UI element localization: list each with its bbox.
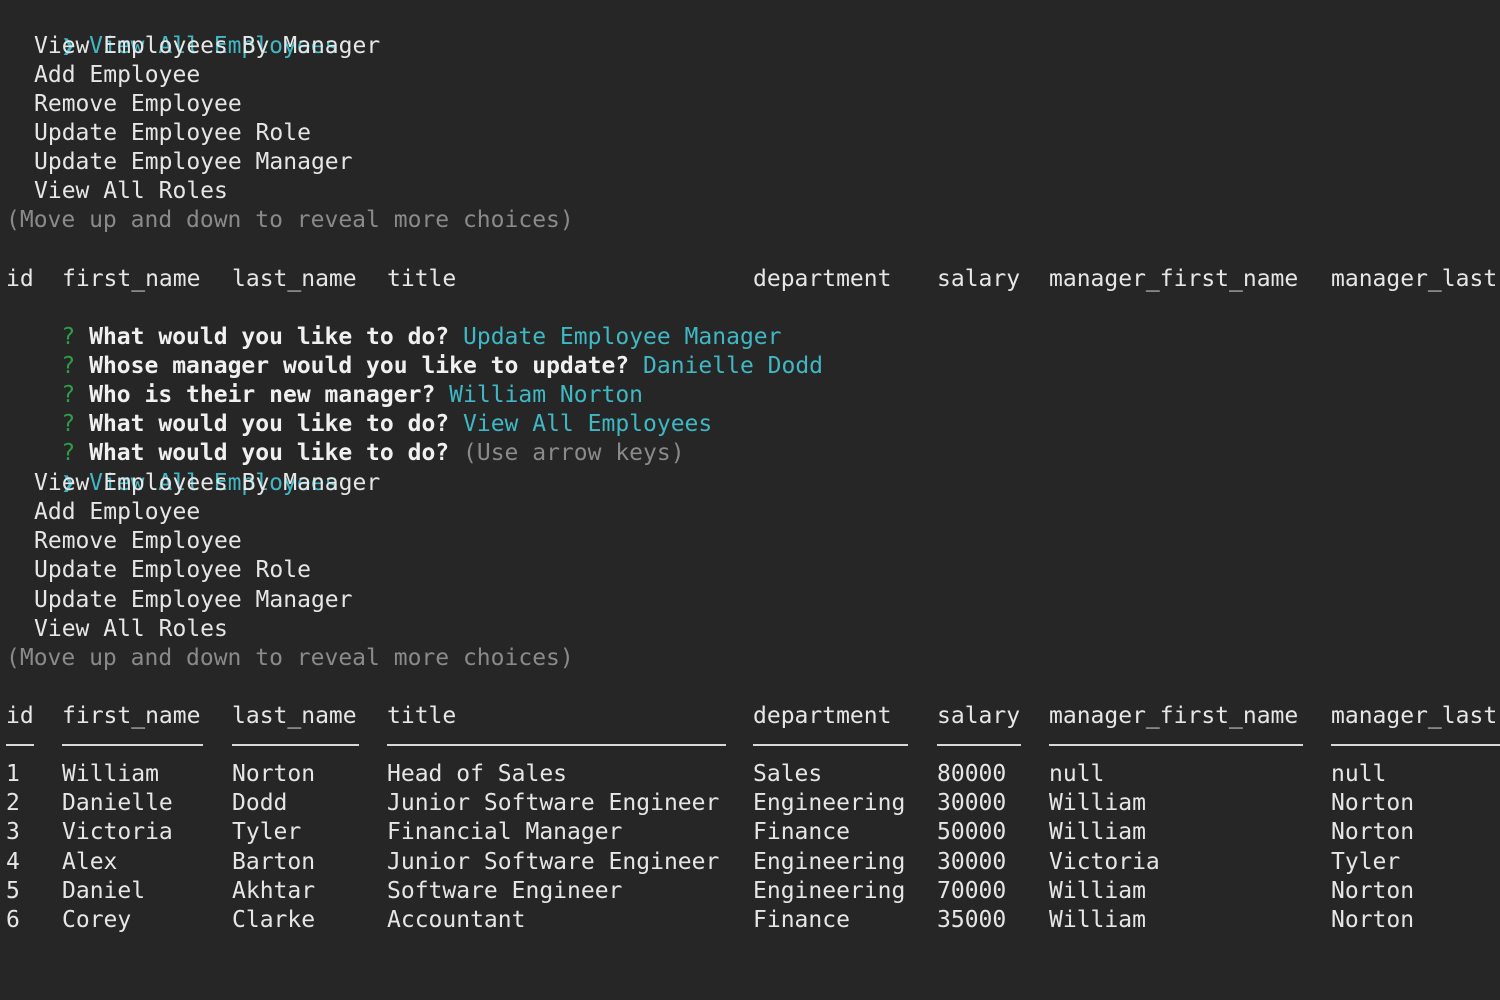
cell-id: 6 xyxy=(6,907,20,933)
menu-option[interactable]: View Employees By Manager xyxy=(34,469,380,498)
menu-option[interactable]: Add Employee xyxy=(34,61,200,90)
separator-dash xyxy=(753,731,908,760)
cell-department: Sales xyxy=(753,761,823,787)
cell-manager-first-name: William xyxy=(1049,819,1146,845)
cell-manager-last-name: Norton xyxy=(1331,819,1415,845)
cell-id: 2 xyxy=(6,790,20,816)
cell-title: Junior Software Engineer xyxy=(387,849,720,875)
prompt-line: ? What would you like to do? Update Empl… xyxy=(6,294,781,350)
menu-option[interactable]: Remove Employee xyxy=(34,90,242,119)
separator-dash xyxy=(62,731,203,760)
prompt-line: ? Whose manager would you like to update… xyxy=(6,323,823,379)
separator-dash xyxy=(232,731,359,760)
cell-id: 3 xyxy=(6,819,20,845)
cell-salary: 80000 xyxy=(937,761,1007,787)
column-header: last_name xyxy=(232,703,357,729)
column-header: manager_first_name xyxy=(1049,266,1299,292)
cell-department: Engineering xyxy=(753,878,906,904)
cell-manager-last-name: Tyler xyxy=(1331,849,1401,875)
cell-title: Accountant xyxy=(387,907,526,933)
separator-dash xyxy=(1331,731,1500,760)
column-header: title xyxy=(387,266,457,292)
cell-last-name: Dodd xyxy=(232,790,288,816)
cell-first-name: Danielle xyxy=(62,790,173,816)
menu-option[interactable]: Remove Employee xyxy=(34,527,242,556)
prompt-line: ? What would you like to do? View All Em… xyxy=(6,381,712,437)
column-header: last_name xyxy=(232,266,357,292)
column-header: salary xyxy=(937,703,1021,729)
cell-last-name: Clarke xyxy=(232,907,316,933)
column-header: id xyxy=(6,266,34,292)
prompt-line: ? Who is their new manager? William Nort… xyxy=(6,352,643,408)
cell-manager-first-name: William xyxy=(1049,790,1146,816)
menu-option[interactable]: View All Roles xyxy=(34,615,228,644)
cell-salary: 70000 xyxy=(937,878,1007,904)
cell-manager-first-name: William xyxy=(1049,878,1146,904)
cell-department: Finance xyxy=(753,819,850,845)
column-header: salary xyxy=(937,266,1021,292)
column-header: department xyxy=(753,266,892,292)
column-header: manager_first_name xyxy=(1049,703,1299,729)
column-header: manager_last xyxy=(1331,266,1498,292)
menu-bottom-selected-row[interactable]: ❯ View All Employees xyxy=(6,440,338,496)
menu-top-selected-row[interactable]: ❯ View All Employees xyxy=(6,3,338,59)
separator-dash xyxy=(387,731,726,760)
cell-manager-last-name: Norton xyxy=(1331,907,1415,933)
menu-option[interactable]: Update Employee Manager xyxy=(34,148,353,177)
cell-department: Engineering xyxy=(753,790,906,816)
cell-manager-last-name: Norton xyxy=(1331,878,1415,904)
menu-option[interactable]: View All Roles xyxy=(34,177,228,206)
cell-first-name: William xyxy=(62,761,159,787)
cell-salary: 30000 xyxy=(937,790,1007,816)
cell-title: Financial Manager xyxy=(387,819,623,845)
cell-last-name: Barton xyxy=(232,849,316,875)
menu-hint: (Move up and down to reveal more choices… xyxy=(6,645,574,671)
separator-dash xyxy=(6,731,34,760)
prompt-answer: Danielle Dodd xyxy=(643,353,824,379)
column-header: first_name xyxy=(62,266,201,292)
cell-salary: 30000 xyxy=(937,849,1007,875)
cell-id: 1 xyxy=(6,761,20,787)
column-header: title xyxy=(387,703,457,729)
menu-option[interactable]: Update Employee Role xyxy=(34,556,311,585)
cell-last-name: Akhtar xyxy=(232,878,316,904)
cell-id: 4 xyxy=(6,849,20,875)
terminal-window[interactable]: ❯ View All Employees View Employees By M… xyxy=(0,0,1500,1000)
cell-title: Head of Sales xyxy=(387,761,568,787)
cell-salary: 35000 xyxy=(937,907,1007,933)
cell-manager-first-name: null xyxy=(1049,761,1105,787)
cell-first-name: Victoria xyxy=(62,819,173,845)
column-header: manager_last xyxy=(1331,703,1498,729)
menu-option[interactable]: Add Employee xyxy=(34,498,200,527)
cell-manager-last-name: null xyxy=(1331,761,1387,787)
cell-manager-first-name: Victoria xyxy=(1049,849,1160,875)
separator-dash xyxy=(937,731,1021,760)
cell-id: 5 xyxy=(6,878,20,904)
menu-option[interactable]: Update Employee Role xyxy=(34,119,311,148)
cell-title: Junior Software Engineer xyxy=(387,790,720,816)
cell-department: Finance xyxy=(753,907,850,933)
cell-department: Engineering xyxy=(753,849,906,875)
cell-first-name: Corey xyxy=(62,907,132,933)
cell-first-name: Alex xyxy=(62,849,118,875)
separator-dash xyxy=(1049,731,1303,760)
column-header: id xyxy=(6,703,34,729)
menu-hint: (Move up and down to reveal more choices… xyxy=(6,207,574,233)
cell-manager-first-name: William xyxy=(1049,907,1146,933)
cell-last-name: Tyler xyxy=(232,819,302,845)
menu-option[interactable]: Update Employee Manager xyxy=(34,586,353,615)
cell-title: Software Engineer xyxy=(387,878,623,904)
cell-salary: 50000 xyxy=(937,819,1007,845)
column-header: department xyxy=(753,703,892,729)
cell-first-name: Daniel xyxy=(62,878,146,904)
prompt-line-active[interactable]: ? What would you like to do? (Use arrow … xyxy=(6,410,684,466)
cell-last-name: Norton xyxy=(232,761,316,787)
menu-option[interactable]: View Employees By Manager xyxy=(34,32,380,61)
cell-manager-last-name: Norton xyxy=(1331,790,1415,816)
column-header: first_name xyxy=(62,703,201,729)
prompt-hint: (Use arrow keys) xyxy=(463,440,685,466)
